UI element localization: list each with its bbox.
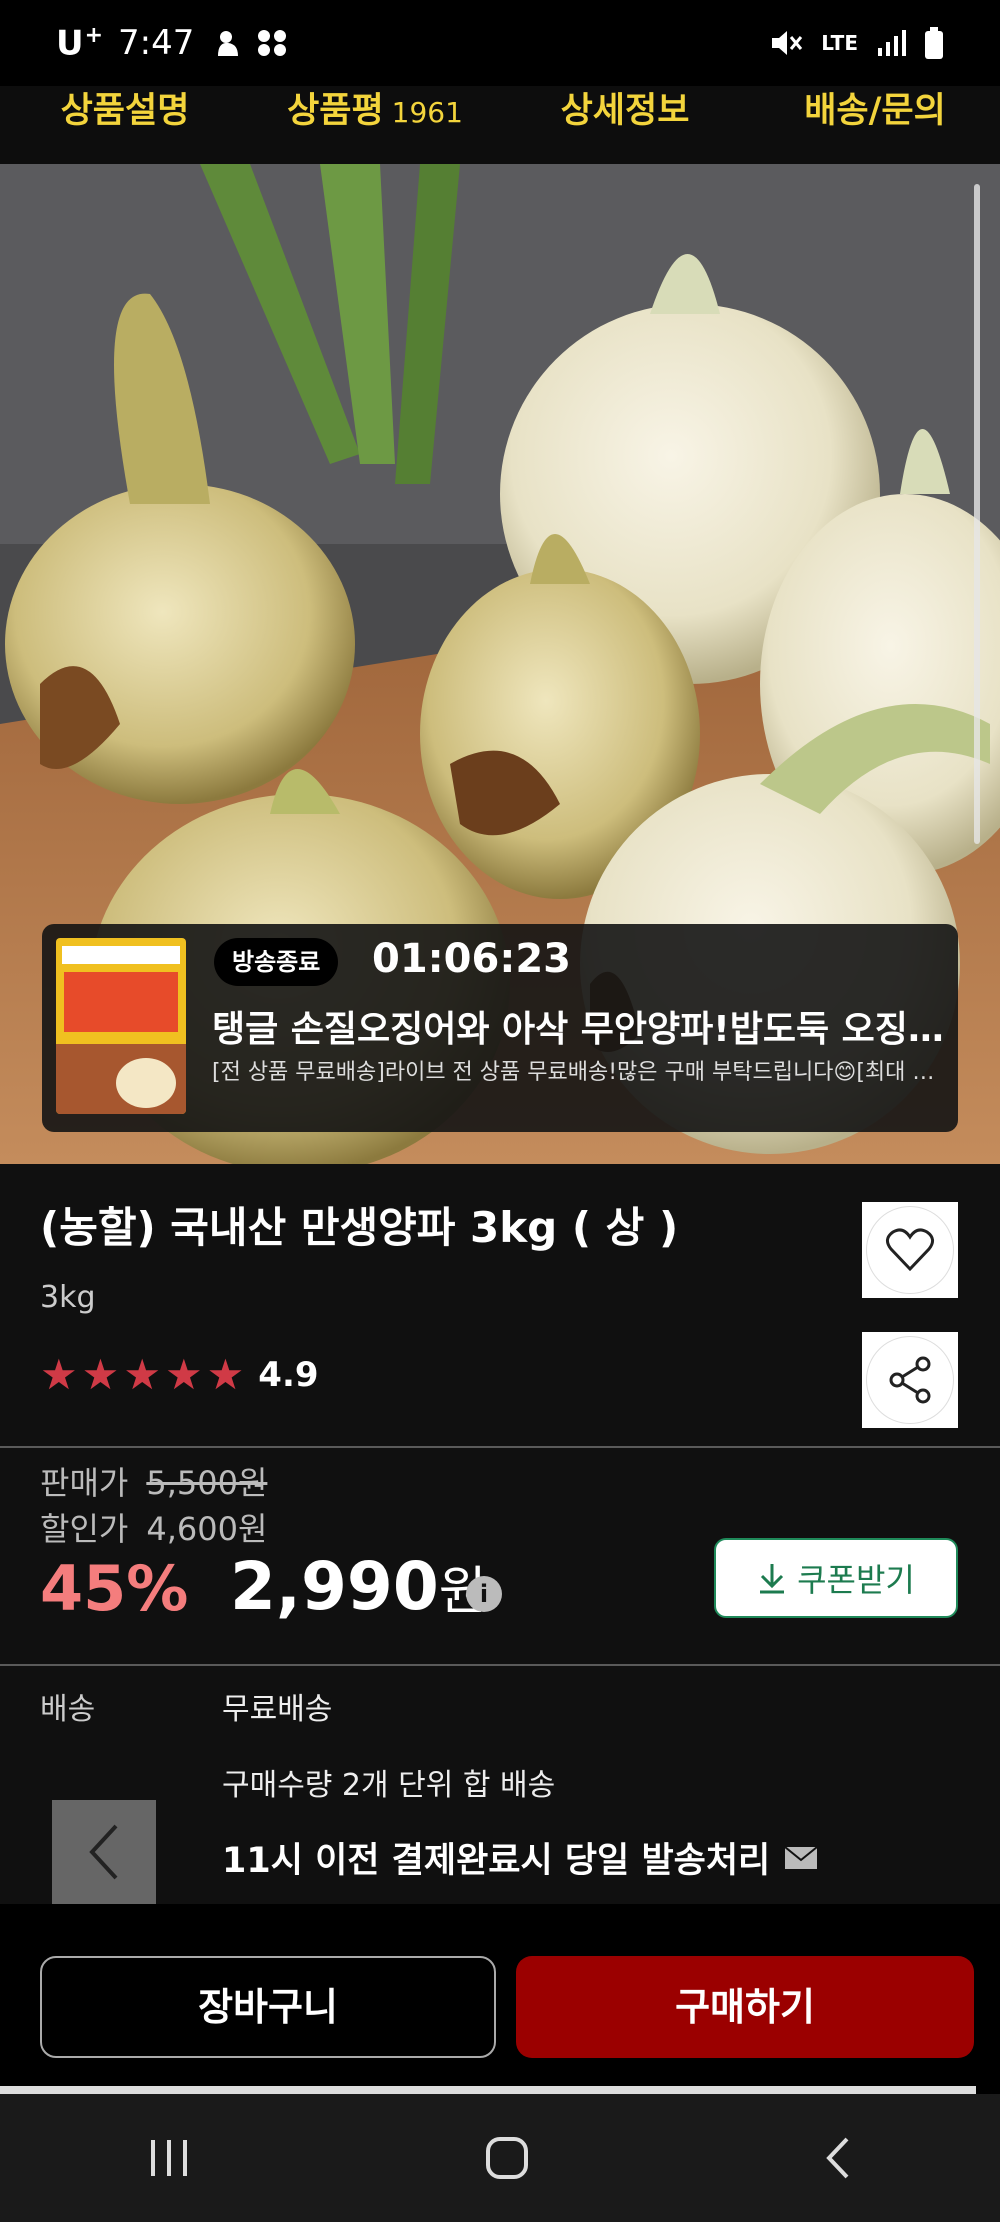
discount-price-label: 할인가 (40, 1510, 129, 1548)
add-to-cart-button[interactable]: 장바구니 (40, 1956, 496, 2058)
mute-icon (772, 31, 803, 55)
review-count: 1961 (391, 96, 463, 129)
product-info: (농할) 국내산 만생양파 3kg ( 상 ) 3kg ★ ★ ★ ★ ★ 4.… (0, 1164, 1000, 1446)
broadcast-ended-badge: 방송종료 (214, 938, 339, 986)
system-nav-bar (0, 2094, 1000, 2222)
scroll-back-button[interactable] (52, 1800, 156, 1904)
product-option: 3kg (40, 1280, 96, 1315)
back-icon[interactable] (823, 2135, 853, 2181)
signal-icon (878, 30, 906, 56)
image-scrollbar[interactable] (974, 184, 980, 844)
star-icon: ★ (164, 1350, 203, 1399)
same-day-shipping: 11시 이전 결제완료시 당일 발송처리 (222, 1832, 818, 1883)
live-thumbnail (56, 938, 186, 1114)
chevron-left-icon (89, 1824, 118, 1880)
rating-value: 4.9 (258, 1355, 319, 1395)
share-button[interactable] (862, 1332, 958, 1428)
sale-price-label: 판매가 (40, 1464, 129, 1502)
live-description: [전 상품 무료배송]라이브 전 상품 무료배송!많은 구매 부탁드립니다😊[최… (212, 1060, 952, 1085)
heart-icon (886, 1228, 934, 1272)
shipping-section: 배송 무료배송 구매수량 2개 단위 합 배송 11시 이전 결제완료시 당일 … (0, 1666, 1000, 1904)
lte-indicator: LTE (821, 31, 858, 55)
broadcast-timer: 01:06:23 (372, 936, 571, 982)
recent-apps-icon[interactable] (147, 2136, 191, 2180)
star-icon: ★ (123, 1350, 161, 1399)
original-price: 5,500원 (146, 1464, 268, 1502)
tab-shipping-inquiry[interactable]: 배송/문의 (750, 86, 1000, 164)
discount-rate: 45% (40, 1552, 189, 1625)
tab-description[interactable]: 상품설명 (0, 86, 250, 164)
rating[interactable]: ★ ★ ★ ★ ★ 4.9 (40, 1354, 319, 1396)
status-bar: U+ 7:47 LTE (0, 0, 1000, 86)
bundle-shipping: 구매수량 2개 단위 합 배송 (222, 1768, 556, 1803)
live-broadcast-banner[interactable]: 방송종료 01:06:23 탱글 손질오징어와 아삭 무안양파!밥도둑 오징어볶… (42, 924, 958, 1132)
star-icon: ★ (206, 1350, 245, 1399)
shipping-label: 배송 (40, 1692, 96, 1727)
buy-button[interactable]: 구매하기 (516, 1956, 974, 2058)
final-price: 2,990원 (230, 1548, 487, 1625)
star-icon: ★ (81, 1350, 120, 1399)
live-title: 탱글 손질오징어와 아삭 무안양파!밥도둑 오징어볶음 레시피까지! (212, 1009, 952, 1050)
carrier-label: U+ (56, 22, 105, 64)
notification-icon (218, 31, 239, 56)
tab-details[interactable]: 상세정보 (500, 86, 750, 164)
info-icon[interactable]: i (466, 1576, 502, 1612)
share-icon (889, 1356, 931, 1404)
app-grid-icon (258, 30, 287, 56)
coupon-button[interactable]: 쿠폰받기 (714, 1538, 958, 1618)
star-icon: ★ (40, 1350, 78, 1399)
download-icon (760, 1564, 785, 1594)
product-title: (농할) 국내산 만생양파 3kg ( 상 ) (40, 1203, 679, 1252)
price-section: 판매가 5,500원 할인가 4,600원 45% 2,990원 i 쿠폰받기 (0, 1448, 1000, 1664)
divider (0, 2086, 976, 2094)
product-tab-bar: 상품설명 상품평 1961 상세정보 배송/문의 (0, 86, 1000, 164)
mail-icon (784, 1845, 818, 1869)
purchase-actions: 장바구니 구매하기 (0, 1906, 1000, 2086)
free-shipping: 무료배송 (222, 1692, 333, 1727)
like-button[interactable] (862, 1202, 958, 1298)
home-icon[interactable] (484, 2135, 530, 2181)
battery-icon (925, 27, 943, 59)
discount-price: 4,600원 (146, 1510, 268, 1548)
status-time: 7:47 (118, 23, 195, 63)
tab-reviews[interactable]: 상품평 1961 (250, 86, 500, 164)
